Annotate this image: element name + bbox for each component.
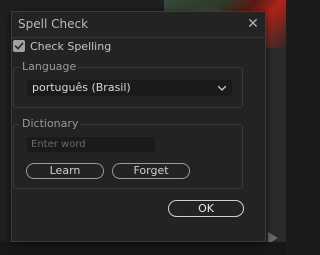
ok-button[interactable]: OK (168, 200, 244, 217)
checkmark-icon (14, 42, 24, 50)
language-group-label: Language (20, 60, 79, 73)
dialog-title: Spell Check (18, 17, 89, 31)
dictionary-group (13, 124, 243, 189)
check-spelling-row[interactable]: Check Spelling (13, 39, 111, 53)
check-spelling-checkbox[interactable] (13, 40, 25, 52)
language-select[interactable]: português (Brasil) (27, 80, 232, 96)
check-spelling-label: Check Spelling (30, 39, 112, 53)
enter-word-input[interactable] (27, 137, 155, 152)
dialog-titlebar: Spell Check ✕ (12, 12, 265, 38)
forget-button[interactable]: Forget (112, 163, 190, 179)
learn-button[interactable]: Learn (26, 163, 104, 179)
chevron-down-icon (217, 85, 227, 91)
close-icon[interactable]: ✕ (244, 15, 262, 33)
background-timeline (0, 242, 286, 255)
language-select-value: português (Brasil) (32, 81, 131, 94)
dictionary-group-label: Dictionary (20, 117, 81, 130)
background-panel (266, 48, 286, 255)
